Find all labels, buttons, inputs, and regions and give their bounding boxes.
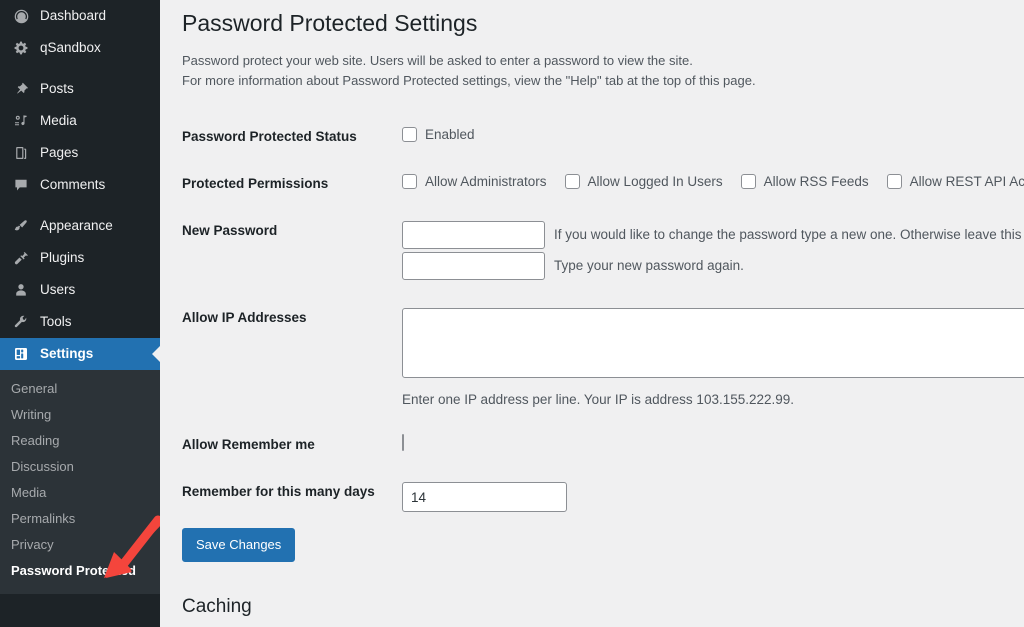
row-allow-ip-addresses: Allow IP Addresses Enter one IP address … (182, 294, 1024, 421)
remember-days-input[interactable] (402, 482, 567, 513)
caching-section-heading: Caching (182, 595, 252, 617)
gear-icon (11, 38, 31, 58)
submenu-item-reading[interactable]: Reading (0, 428, 160, 454)
status-checkbox-row: Enabled (402, 127, 1024, 143)
checkbox-allow-rss-feeds-label: Allow RSS Feeds (763, 174, 869, 190)
new-password-input[interactable] (402, 221, 545, 250)
label-protected-permissions: Protected Permissions (182, 176, 329, 192)
pin-icon (11, 79, 31, 99)
checkbox-allow-administrators[interactable] (402, 174, 417, 190)
sidebar-item-label: Plugins (40, 250, 85, 265)
checkbox-allow-logged-in-users[interactable] (564, 174, 580, 190)
sidebar-item-qsandbox[interactable]: qSandbox (0, 32, 160, 64)
user-icon (11, 280, 31, 300)
settings-sliders-icon (11, 344, 31, 364)
menu-separator (0, 64, 160, 73)
label-remember-days: Remember for this many days (182, 484, 375, 500)
row-remember-days: Remember for this many days (182, 468, 1024, 526)
comment-bubble-icon (11, 175, 31, 195)
submenu-item-privacy[interactable]: Privacy (0, 532, 160, 558)
page-description-line-1: Password protect your web site. Users wi… (182, 52, 693, 68)
sidebar-item-label: Comments (40, 177, 106, 192)
wrench-icon (11, 312, 31, 332)
plug-icon (11, 248, 31, 268)
sidebar-item-tools[interactable]: Tools (0, 306, 160, 338)
allow-ip-addresses-textarea[interactable] (402, 308, 1024, 379)
main-content: Password Protected Settings Password pro… (160, 0, 1024, 627)
submenu-item-media[interactable]: Media (0, 480, 160, 506)
admin-sidebar: Dashboard qSandbox Posts Media Pages Com… (0, 0, 160, 627)
row-new-password: New Password If you would like to change… (182, 207, 1024, 294)
pages-icon (11, 143, 31, 163)
sidebar-item-label: Appearance (40, 218, 113, 233)
new-password-line: If you would like to change the password… (402, 221, 1024, 250)
sidebar-item-media[interactable]: Media (0, 105, 160, 137)
page-description-line-2: For more information about Password Prot… (182, 73, 756, 89)
checkbox-group-allow-rss-feeds[interactable]: Allow RSS Feeds (740, 174, 869, 190)
checkbox-allow-rest-api-access[interactable] (886, 174, 902, 190)
submenu-item-password-protected[interactable]: Password Protected (0, 558, 160, 584)
checkbox-allow-rss-feeds[interactable] (740, 174, 756, 190)
page-title: Password Protected Settings (182, 10, 478, 36)
sidebar-item-label: Users (40, 282, 76, 297)
checkbox-group-enabled[interactable]: Enabled (402, 127, 475, 143)
sidebar-item-label: Dashboard (40, 8, 107, 23)
checkbox-group-allow-rest-api-access[interactable]: Allow REST API Access (886, 174, 1024, 190)
row-allow-remember-me: Allow Remember me (182, 421, 1024, 468)
page-description: Password protect your web site. Users wi… (182, 51, 1024, 91)
checkbox-allow-remember-me[interactable] (402, 434, 404, 452)
confirm-password-line: Type your new password again. (402, 252, 1024, 281)
label-allow-remember-me: Allow Remember me (182, 437, 315, 453)
checkbox-allow-rest-api-access-label: Allow REST API Access (909, 174, 1024, 190)
submenu-item-discussion[interactable]: Discussion (0, 454, 160, 480)
label-allow-ip-addresses: Allow IP Addresses (182, 310, 307, 326)
save-changes-button[interactable]: Save Changes (182, 528, 296, 562)
allow-ip-addresses-help: Enter one IP address per line. Your IP i… (402, 392, 795, 408)
paintbrush-icon (11, 216, 31, 236)
sidebar-item-label: Settings (40, 346, 94, 361)
sidebar-item-pages[interactable]: Pages (0, 137, 160, 169)
sidebar-item-label: qSandbox (40, 40, 101, 55)
sidebar-item-label: Posts (40, 81, 74, 96)
sidebar-item-settings[interactable]: Settings (0, 338, 160, 370)
media-icon (11, 111, 31, 131)
confirm-password-help: Type your new password again. (554, 258, 744, 274)
sidebar-item-label: Media (40, 113, 77, 128)
submenu-item-general[interactable]: General (0, 376, 160, 402)
sidebar-item-comments[interactable]: Comments (0, 169, 160, 201)
settings-submenu: General Writing Reading Discussion Media… (0, 370, 160, 594)
sidebar-item-posts[interactable]: Posts (0, 73, 160, 105)
permissions-checkbox-row: Allow Administrators Allow Logged In Use… (402, 174, 1024, 190)
checkbox-allow-logged-in-users-label: Allow Logged In Users (587, 174, 723, 190)
submenu-item-writing[interactable]: Writing (0, 402, 160, 428)
checkbox-enabled-label: Enabled (425, 127, 475, 143)
sidebar-item-dashboard[interactable]: Dashboard (0, 0, 160, 32)
checkbox-allow-administrators-label: Allow Administrators (425, 174, 547, 190)
checkbox-group-allow-administrators[interactable]: Allow Administrators (402, 174, 547, 190)
checkbox-group-allow-logged-in-users[interactable]: Allow Logged In Users (564, 174, 723, 190)
menu-separator (0, 201, 160, 210)
row-protected-permissions: Protected Permissions Allow Administrato… (182, 160, 1024, 207)
sidebar-item-label: Tools (40, 314, 72, 329)
dashboard-gauge-icon (11, 6, 31, 26)
label-password-protected-status: Password Protected Status (182, 129, 357, 145)
row-password-protected-status: Password Protected Status Enabled (182, 113, 1024, 160)
submenu-item-permalinks[interactable]: Permalinks (0, 506, 160, 532)
sidebar-item-label: Pages (40, 145, 79, 160)
confirm-password-input[interactable] (402, 252, 545, 281)
sidebar-item-plugins[interactable]: Plugins (0, 242, 160, 274)
new-password-help: If you would like to change the password… (554, 227, 1024, 243)
sidebar-item-appearance[interactable]: Appearance (0, 210, 160, 242)
label-new-password: New Password (182, 223, 278, 239)
wordpress-admin-screen: Dashboard qSandbox Posts Media Pages Com… (0, 0, 1024, 627)
active-menu-arrow-icon (152, 346, 160, 362)
settings-form-table: Password Protected Status Enabled Protec… (182, 113, 1024, 526)
sidebar-item-users[interactable]: Users (0, 274, 160, 306)
checkbox-enabled[interactable] (402, 127, 417, 143)
